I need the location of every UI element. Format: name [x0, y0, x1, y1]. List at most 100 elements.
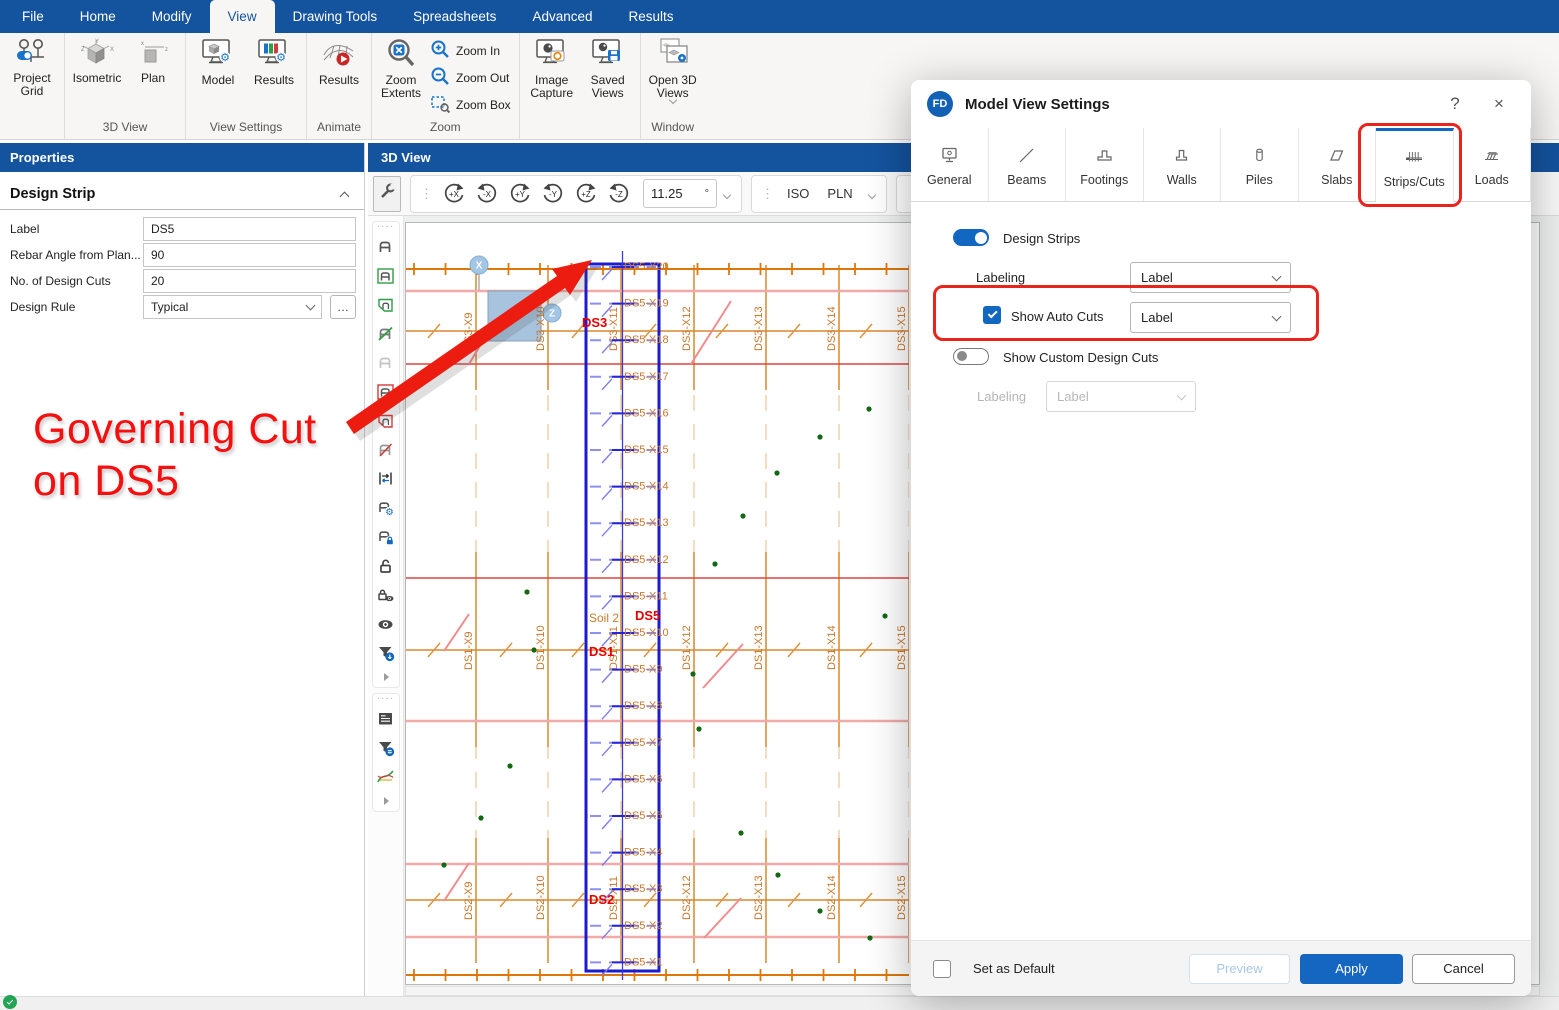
- svg-text:+Z: +Z: [581, 190, 591, 199]
- property-value-rebar-angle-from-plan-[interactable]: 90: [143, 243, 356, 267]
- rotate-neg-y-button[interactable]: -Y: [536, 177, 569, 211]
- custom-labeling-dropdown: Label: [1046, 381, 1196, 412]
- zoom-box-button[interactable]: Zoom Box: [426, 91, 515, 118]
- svg-text:⚙: ⚙: [220, 52, 230, 64]
- group-label-zoom: Zoom: [376, 120, 515, 139]
- tab-footings[interactable]: Footings: [1066, 128, 1144, 201]
- ribbon-tab-results[interactable]: Results: [610, 0, 691, 33]
- visibility-icon[interactable]: [373, 611, 399, 637]
- cancel-button[interactable]: Cancel: [1412, 954, 1515, 984]
- plan-button[interactable]: xz Plan: [125, 35, 181, 85]
- unlock-icon[interactable]: [373, 553, 399, 579]
- strip-region-red-icon[interactable]: [373, 408, 399, 434]
- tab-loads[interactable]: Loads: [1454, 128, 1532, 201]
- toolbar-drag-handle[interactable]: ⋮: [758, 186, 776, 202]
- svg-text:DS2-X15: DS2-X15: [896, 875, 908, 920]
- tab-piles[interactable]: Piles: [1221, 128, 1299, 201]
- strip-lock-icon[interactable]: [373, 524, 399, 550]
- expand-more-icon[interactable]: [373, 793, 399, 809]
- svg-text:-Y: -Y: [549, 190, 558, 199]
- group-drag-handle[interactable]: ····: [377, 223, 394, 232]
- svg-text:DS1: DS1: [589, 644, 614, 659]
- rotation-angle-input[interactable]: [651, 186, 693, 201]
- apply-button[interactable]: Apply: [1300, 954, 1403, 984]
- svg-text:DS5-X15: DS5-X15: [624, 444, 669, 456]
- image-capture-button[interactable]: Image Capture: [524, 35, 580, 100]
- property-row-label: LabelDS5: [10, 216, 364, 242]
- filter-equal-icon[interactable]: [373, 735, 399, 761]
- show-custom-cuts-toggle[interactable]: [953, 348, 989, 365]
- svg-text:X: X: [476, 261, 483, 272]
- ribbon-tab-spreadsheets[interactable]: Spreadsheets: [395, 0, 514, 33]
- property-value-label[interactable]: DS5: [143, 217, 356, 241]
- preview-button[interactable]: Preview: [1189, 954, 1290, 984]
- set-as-default-checkbox[interactable]: [933, 960, 951, 978]
- ribbon-tab-home[interactable]: Home: [62, 0, 134, 33]
- strip-light-icon[interactable]: [373, 350, 399, 376]
- strip-extent-green-icon[interactable]: [373, 263, 399, 289]
- strip-region-green-icon[interactable]: [373, 292, 399, 318]
- property-value-no-of-design-cuts[interactable]: 20: [143, 269, 356, 293]
- view-pln-button[interactable]: PLN: [818, 186, 861, 201]
- project-grid-button[interactable]: Project Grid: [4, 35, 60, 98]
- rotate-pos-y-button[interactable]: +Y: [503, 177, 536, 211]
- property-value-design-rule[interactable]: Typical: [143, 295, 322, 319]
- rotate-pos-z-button[interactable]: +Z: [569, 177, 602, 211]
- tab-walls[interactable]: Walls: [1144, 128, 1222, 201]
- svg-text:-X: -X: [483, 190, 492, 199]
- expand-more-icon[interactable]: [373, 669, 399, 685]
- isometric-button[interactable]: YXZ Isometric: [69, 35, 125, 85]
- open-3d-views-icon: [654, 38, 692, 71]
- custom-labeling-label: Labeling: [977, 389, 1026, 404]
- toolbar-drag-handle[interactable]: ⋮: [417, 186, 435, 202]
- rotate-pos-x-button[interactable]: +X: [437, 177, 470, 211]
- model-view-settings-button[interactable]: ⚙ Model: [190, 35, 246, 87]
- open-3d-views-button[interactable]: Open 3D Views: [645, 35, 701, 103]
- tab-beams[interactable]: Beams: [989, 128, 1067, 201]
- collapse-section-icon[interactable]: [340, 191, 350, 201]
- svg-text:DS3-X15: DS3-X15: [896, 306, 908, 351]
- ribbon-tab-advanced[interactable]: Advanced: [514, 0, 610, 33]
- strip-slash-red-icon[interactable]: [373, 437, 399, 463]
- strip-extent-red-icon[interactable]: [373, 379, 399, 405]
- app-logo: FD: [927, 91, 953, 117]
- rotate-neg-z-button[interactable]: -Z: [602, 177, 635, 211]
- ribbon-tab-drawing-tools[interactable]: Drawing Tools: [275, 0, 396, 33]
- design-strips-toggle[interactable]: [953, 229, 989, 246]
- close-button[interactable]: ×: [1483, 94, 1515, 114]
- zoom-out-button[interactable]: Zoom Out: [426, 64, 515, 91]
- group-drag-handle[interactable]: ····: [377, 695, 394, 704]
- view-tools-button[interactable]: [373, 176, 401, 212]
- design-strip-icon[interactable]: [373, 234, 399, 260]
- saved-views-button[interactable]: Saved Views: [580, 35, 636, 100]
- filter-download-icon[interactable]: [373, 640, 399, 666]
- design-strips-label: Design Strips: [1003, 231, 1080, 246]
- rotation-angle-field[interactable]: °: [643, 179, 717, 208]
- swap-direction-icon[interactable]: [373, 466, 399, 492]
- ribbon-tab-modify[interactable]: Modify: [134, 0, 210, 33]
- rotate-neg-x-button[interactable]: -X: [470, 177, 503, 211]
- tab-general[interactable]: General: [911, 128, 989, 201]
- zoom-extents-button[interactable]: Zoom Extents: [376, 35, 426, 100]
- strip-slash-green-icon[interactable]: [373, 321, 399, 347]
- result-curve-icon[interactable]: [373, 764, 399, 790]
- strip-settings-icon[interactable]: ⚙: [373, 495, 399, 521]
- legend-icon-group: ····: [372, 693, 400, 812]
- angle-dropdown-icon[interactable]: [723, 190, 731, 198]
- view-iso-button[interactable]: ISO: [778, 186, 818, 201]
- set-as-default-label: Set as Default: [973, 961, 1055, 976]
- design-rule-ellipsis-button[interactable]: …: [330, 295, 356, 319]
- ribbon-tab-view[interactable]: View: [210, 0, 275, 33]
- svg-text:DS2-X10: DS2-X10: [535, 875, 547, 920]
- legend-list-icon[interactable]: [373, 706, 399, 732]
- ribbon-tab-file[interactable]: File: [4, 0, 62, 33]
- chevron-down-icon: [1177, 390, 1187, 400]
- zoom-in-button[interactable]: Zoom In: [426, 37, 515, 64]
- view-preset-dropdown-icon[interactable]: [867, 190, 875, 198]
- results-view-settings-button[interactable]: ⚙ Results: [246, 35, 302, 87]
- rotate-toolbar-group: ⋮ +X -X +Y -Y +Z -Z °: [410, 175, 742, 213]
- help-button[interactable]: ?: [1439, 94, 1471, 114]
- model-canvas[interactable]: XZDS3-X9DS3-X10DS3-X11DS3-X12DS3-X13DS3-…: [406, 223, 909, 985]
- animate-results-button[interactable]: Results: [311, 35, 367, 87]
- lock-visibility-icon[interactable]: [373, 582, 399, 608]
